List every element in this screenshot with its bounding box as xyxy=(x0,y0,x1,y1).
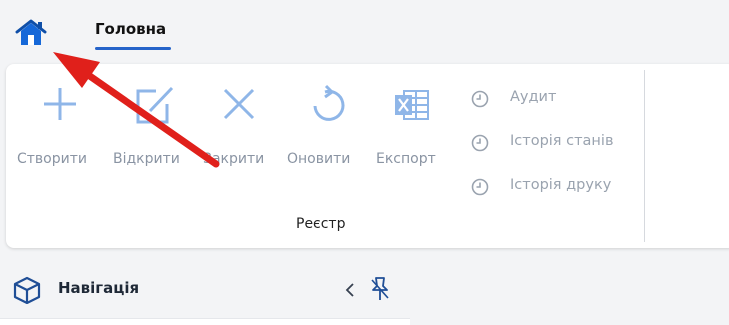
excel-icon xyxy=(395,90,429,120)
close-icon xyxy=(223,88,255,120)
close-label: Закрити xyxy=(203,151,265,167)
clock-icon xyxy=(471,178,489,196)
home-icon xyxy=(15,19,47,45)
clock-icon xyxy=(471,90,489,108)
top-bar: Головна xyxy=(0,0,729,62)
edit-icon xyxy=(136,86,174,124)
state-history-label: Історія станів xyxy=(510,133,614,149)
open-button[interactable]: Відкрити xyxy=(112,80,202,180)
chevron-left-icon[interactable] xyxy=(342,280,358,300)
cube-icon xyxy=(13,276,41,304)
create-button[interactable]: Створити xyxy=(14,80,104,180)
export-label: Експорт xyxy=(376,151,436,167)
active-tab-indicator xyxy=(95,47,171,50)
audit-label: Аудит xyxy=(510,89,557,105)
tab-home[interactable]: Головна xyxy=(95,20,166,38)
print-history-button[interactable]: Історія друку xyxy=(470,170,640,204)
print-history-label: Історія друку xyxy=(510,177,612,193)
refresh-label: Оновити xyxy=(287,151,351,167)
close-button[interactable]: Закрити xyxy=(203,80,281,180)
state-history-button[interactable]: Історія станів xyxy=(470,126,640,160)
plus-icon xyxy=(44,88,76,120)
refresh-icon xyxy=(313,84,345,121)
refresh-button[interactable]: Оновити xyxy=(287,80,369,180)
clock-icon xyxy=(471,134,489,152)
navigation-title: Навігація xyxy=(58,279,140,297)
open-label: Відкрити xyxy=(113,151,180,167)
pin-icon[interactable] xyxy=(368,275,392,303)
export-button[interactable]: Експорт xyxy=(376,80,452,180)
home-button[interactable] xyxy=(14,18,48,48)
create-label: Створити xyxy=(17,151,87,167)
ribbon-group-label: Реєстр xyxy=(296,216,346,232)
audit-button[interactable]: Аудит xyxy=(470,82,630,116)
ribbon-divider xyxy=(644,70,645,242)
